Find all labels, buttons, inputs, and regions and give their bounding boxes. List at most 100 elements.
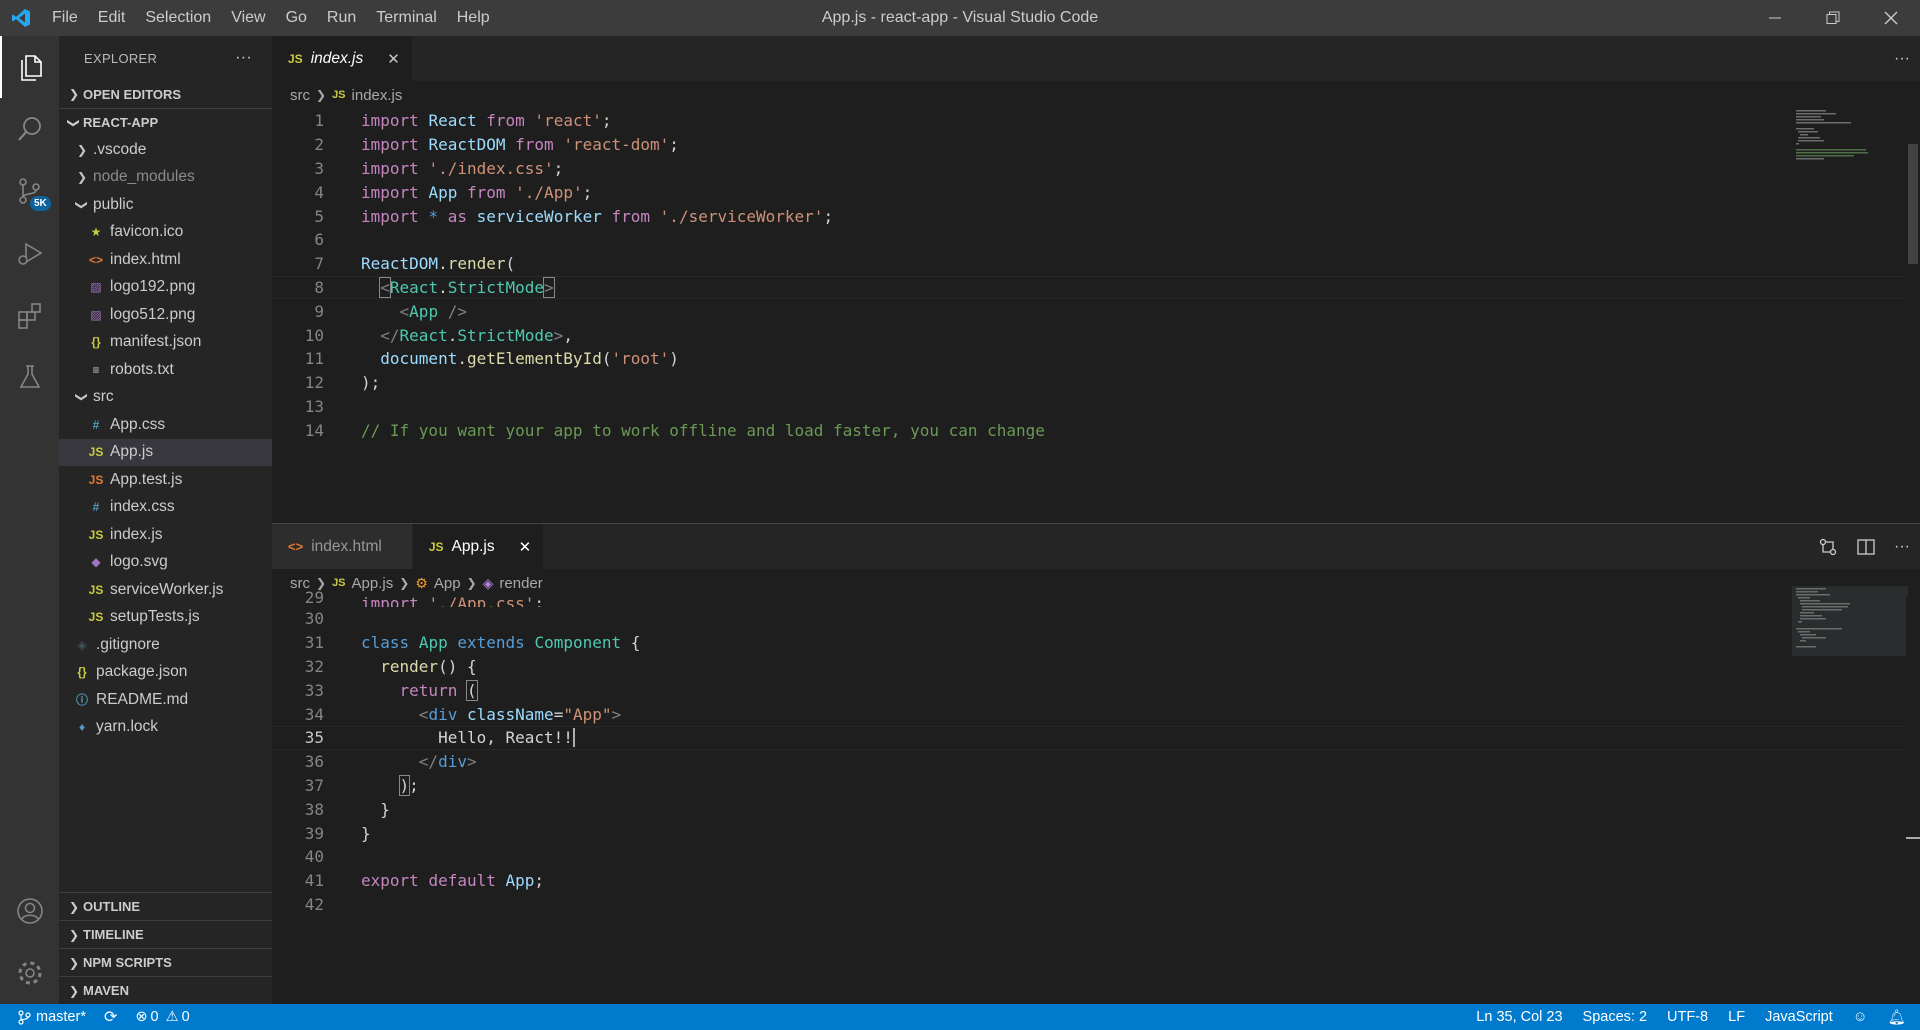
open-changes-icon[interactable]	[1818, 537, 1838, 557]
image-file-icon: ▨	[90, 280, 102, 295]
tree-item[interactable]: JS serviceWorker.js	[59, 576, 272, 604]
menu-file[interactable]: File	[42, 0, 88, 36]
run-debug-view-button[interactable]	[0, 222, 59, 284]
cursor-position[interactable]: Ln 35, Col 23	[1476, 1009, 1562, 1025]
tree-item[interactable]: ❯ src	[59, 384, 272, 412]
language-mode[interactable]: JavaScript	[1765, 1009, 1833, 1025]
menu-run[interactable]: Run	[317, 0, 366, 36]
gear-icon	[18, 961, 41, 985]
close-window-button[interactable]	[1862, 0, 1920, 36]
tab-app-js[interactable]: JS App.js ✕	[412, 524, 545, 569]
tree-item-label: favicon.ico	[110, 223, 184, 241]
tree-item[interactable]: ≡ robots.txt	[59, 356, 272, 384]
tree-item-label: yarn.lock	[96, 718, 159, 736]
vscode-logo-icon	[0, 0, 42, 36]
encoding[interactable]: UTF-8	[1667, 1009, 1708, 1025]
tree-item[interactable]: JS App.js	[59, 438, 272, 466]
line-ending[interactable]: LF	[1728, 1009, 1745, 1025]
tree-item[interactable]: ▨ logo192.png	[59, 274, 272, 302]
more-actions-icon[interactable]: ···	[1894, 538, 1910, 556]
timeline-section[interactable]: ❯ TIMELINE	[59, 920, 272, 948]
menu-selection[interactable]: Selection	[135, 0, 221, 36]
menu-view[interactable]: View	[221, 0, 275, 36]
tab-index-js[interactable]: JS index.js ✕	[272, 36, 413, 81]
source-control-view-button[interactable]: 5K	[0, 160, 59, 222]
close-tab-icon[interactable]: ✕	[387, 50, 400, 68]
tree-item[interactable]: ★ favicon.ico	[59, 219, 272, 247]
tree-item-label: manifest.json	[110, 333, 202, 351]
account-icon	[16, 898, 43, 924]
tree-item[interactable]: ◆ logo.svg	[59, 549, 272, 577]
tree-item[interactable]: ⓘ README.md	[59, 686, 272, 714]
extensions-icon	[17, 303, 41, 329]
line-number: 42	[304, 894, 324, 914]
accounts-button[interactable]	[0, 880, 59, 942]
outline-section[interactable]: ❯ OUTLINE	[59, 892, 272, 920]
tree-item[interactable]: ❯ node_modules	[59, 164, 272, 192]
manage-button[interactable]	[0, 942, 59, 1004]
indentation[interactable]: Spaces: 2	[1583, 1009, 1648, 1025]
top-vertical-scrollbar[interactable]	[1906, 108, 1920, 438]
feedback-icon[interactable]: ☺	[1853, 1009, 1868, 1025]
editor-area: JS index.js ✕ ··· src ❯ JS index.js 1 imp…	[272, 36, 1920, 1030]
error-icon: ⊗	[135, 1009, 148, 1025]
chevron-right-icon: ❯	[68, 927, 80, 942]
menu-edit[interactable]: Edit	[88, 0, 136, 36]
tree-item[interactable]: JS App.test.js	[59, 466, 272, 494]
explorer-view-button[interactable]	[0, 36, 59, 98]
project-section[interactable]: ❯ REACT-APP	[59, 108, 272, 136]
tree-item[interactable]: JS index.js	[59, 521, 272, 549]
close-icon	[1884, 11, 1898, 25]
tree-item[interactable]: # App.css	[59, 411, 272, 439]
tree-item[interactable]: ❯ .vscode	[59, 136, 272, 164]
tab-index-html[interactable]: <> index.html	[272, 524, 413, 569]
extensions-view-button[interactable]	[0, 284, 59, 346]
problems-indicator[interactable]: ⊗ 0 ⚠ 0	[135, 1009, 189, 1025]
testing-view-button[interactable]	[0, 346, 59, 408]
search-view-button[interactable]	[0, 98, 59, 160]
explorer-sidebar: EXPLORER ··· ❯ OPEN EDITORS ❯ REACT-APP …	[59, 36, 272, 1004]
git-file-icon: ◈	[77, 637, 87, 652]
line-number: 8	[314, 277, 324, 297]
maven-section[interactable]: ❯ MAVEN	[59, 976, 272, 1004]
tree-item[interactable]: ▨ logo512.png	[59, 301, 272, 329]
split-editor-icon[interactable]	[1856, 537, 1876, 557]
menu-terminal[interactable]: Terminal	[366, 0, 446, 36]
npm-scripts-section[interactable]: ❯ NPM SCRIPTS	[59, 948, 272, 976]
test-file-icon: JS	[88, 472, 104, 487]
bottom-code-editor[interactable]: 29 import './App.css'; 30 31 class App ext…	[272, 587, 1920, 927]
tree-item-label: package.json	[96, 663, 188, 681]
branch-name: master*	[36, 1009, 86, 1025]
menu-help[interactable]: Help	[447, 0, 500, 36]
sync-icon[interactable]: ⟳	[104, 1007, 117, 1027]
tree-item[interactable]: <> index.html	[59, 246, 272, 274]
bottom-vertical-scrollbar[interactable]	[1906, 597, 1920, 1030]
breadcrumb-item[interactable]: src	[290, 87, 310, 104]
explorer-title: EXPLORER	[84, 50, 158, 66]
bottom-minimap[interactable]	[1792, 586, 1908, 676]
tree-item[interactable]: ❯ public	[59, 191, 272, 219]
tree-item[interactable]: {} package.json	[59, 659, 272, 687]
breadcrumb-item[interactable]: index.js	[352, 87, 403, 104]
top-minimap[interactable]	[1792, 108, 1908, 168]
menu-go[interactable]: Go	[276, 0, 317, 36]
more-actions-icon[interactable]: ···	[235, 49, 252, 67]
tree-item[interactable]: JS setupTests.js	[59, 604, 272, 632]
top-code-editor[interactable]: 1 import React from 'react'; 2 import Reac…	[272, 109, 1920, 439]
tree-item[interactable]: {} manifest.json	[59, 329, 272, 357]
open-editors-section[interactable]: ❯ OPEN EDITORS	[59, 80, 272, 108]
close-tab-icon[interactable]: ✕	[519, 538, 532, 556]
tree-item[interactable]: ◈ .gitignore	[59, 631, 272, 659]
js-file-icon: JS	[88, 527, 104, 542]
tree-item-label: logo512.png	[110, 305, 196, 323]
more-actions-icon[interactable]: ···	[1894, 50, 1910, 68]
restore-button[interactable]	[1804, 0, 1862, 36]
line-number: 10	[304, 325, 324, 345]
line-number: 35	[304, 728, 324, 748]
timeline-label: TIMELINE	[83, 927, 144, 942]
tree-item[interactable]: # index.css	[59, 494, 272, 522]
minimize-button[interactable]	[1746, 0, 1804, 36]
branch-indicator[interactable]: master*	[18, 1009, 86, 1025]
bell-icon[interactable]: 🔔︎	[1888, 1009, 1906, 1026]
tree-item[interactable]: ♦ yarn.lock	[59, 714, 272, 742]
